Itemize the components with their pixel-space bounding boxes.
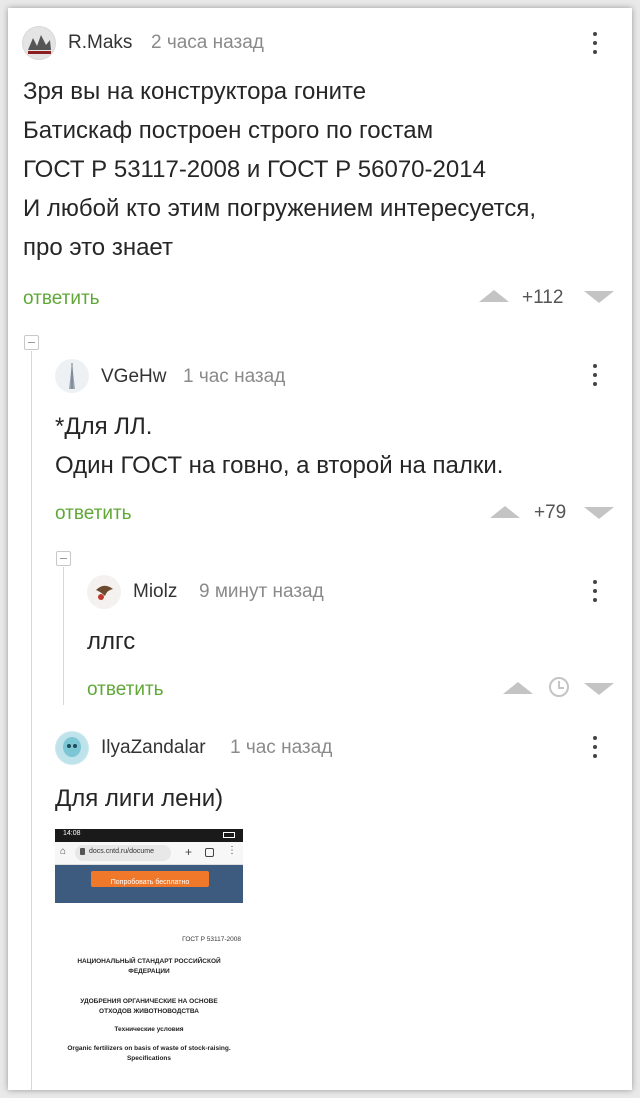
ghost-avatar-icon: [56, 732, 88, 764]
comment-author[interactable]: VGeHw: [101, 366, 166, 388]
comment-line: Батискаф построен строго по гостам: [23, 117, 434, 144]
comment-line: Зря вы на конструктора гоните: [23, 78, 367, 105]
avatar[interactable]: [55, 731, 89, 765]
avatar[interactable]: [22, 26, 56, 60]
phone-status-bar: 14:08: [55, 829, 243, 842]
avatar[interactable]: [87, 575, 121, 609]
reply-button[interactable]: ответить: [23, 288, 100, 310]
url-field[interactable]: docs.cntd.ru/docume: [75, 845, 171, 861]
upvote-icon[interactable]: [479, 290, 509, 302]
rating-value: +112: [522, 287, 564, 308]
comment-line: ллгс: [87, 628, 136, 655]
tabs-icon[interactable]: [205, 848, 214, 857]
battery-icon: [223, 832, 235, 838]
site-header: Попробовать бесплатно: [55, 865, 243, 903]
browser-bar: ⌂ docs.cntd.ru/docume + ⋮: [55, 842, 243, 865]
thread-line: [31, 351, 32, 1090]
comment-time: 2 часа назад: [151, 32, 264, 53]
lock-icon: [80, 848, 85, 855]
comment-author[interactable]: IlyaZandalar: [101, 737, 206, 759]
collapse-thread-button[interactable]: [56, 551, 71, 566]
upvote-icon[interactable]: [503, 682, 533, 694]
doc-title: УДОБРЕНИЯ ОРГАНИЧЕСКИЕ НА ОСНОВЕ ОТХОДОВ…: [80, 998, 218, 1015]
comment-time: 1 час назад: [230, 737, 333, 758]
stamp-logo-icon: [23, 27, 55, 59]
comment-author[interactable]: R.Maks: [68, 32, 132, 54]
comment-time: 1 час назад: [183, 366, 286, 387]
comments-thread: R.Maks 2 часа назад Зря вы на конструкто…: [8, 8, 632, 1090]
collapse-thread-button[interactable]: [24, 335, 39, 350]
doc-standard-type: НАЦИОНАЛЬНЫЙ СТАНДАРТ РОССИЙСКОЙ ФЕДЕРАЦ…: [77, 958, 221, 975]
attached-screenshot[interactable]: 14:08 ⌂ docs.cntd.ru/docume + ⋮ Попробов…: [55, 829, 243, 1074]
new-tab-icon[interactable]: +: [185, 845, 192, 859]
doc-title-en: Organic fertilizers on basis of waste of…: [67, 1045, 231, 1062]
menu-icon[interactable]: ⋮: [227, 845, 237, 856]
more-options-icon[interactable]: [592, 580, 598, 607]
rating-value: +79: [534, 502, 567, 523]
avatar[interactable]: [55, 359, 89, 393]
downvote-icon[interactable]: [584, 683, 614, 695]
comment-line: Для лиги лени): [55, 785, 224, 812]
comment-text: Для лиги лени): [55, 779, 615, 818]
comment-text: Зря вы на конструктора гоните Батискаф п…: [23, 72, 623, 267]
cta-button[interactable]: Попробовать бесплатно: [91, 871, 209, 887]
thread-line: [63, 567, 64, 705]
comment-line: про это знает: [23, 234, 173, 261]
downvote-icon[interactable]: [584, 507, 614, 519]
tower-icon: [56, 360, 88, 392]
comment-author[interactable]: Miolz: [133, 581, 177, 603]
more-options-icon[interactable]: [592, 736, 598, 763]
comment-line: *Для ЛЛ.: [55, 413, 153, 440]
home-icon[interactable]: ⌂: [60, 846, 66, 857]
comment-time: 9 минут назад: [199, 581, 324, 602]
doc-number: ГОСТ Р 53117-2008: [182, 936, 241, 943]
url-text: docs.cntd.ru/docume: [89, 848, 154, 855]
comment-line: И любой кто этим погружением интересуетс…: [23, 195, 536, 222]
comment-line: Один ГОСТ на говно, а второй на палки.: [55, 452, 504, 479]
downvote-icon[interactable]: [584, 291, 614, 303]
more-options-icon[interactable]: [592, 32, 598, 59]
more-options-icon[interactable]: [592, 364, 598, 391]
comment-line: ГОСТ Р 53117-2008 и ГОСТ Р 56070-2014: [23, 156, 486, 183]
clock-icon: [549, 677, 569, 697]
status-time: 14:08: [63, 830, 81, 837]
doc-subtitle: Технические условия: [114, 1026, 184, 1033]
upvote-icon[interactable]: [490, 506, 520, 518]
reply-button[interactable]: ответить: [55, 503, 132, 525]
reply-button[interactable]: ответить: [87, 679, 164, 701]
bird-icon: [88, 576, 120, 608]
comment-text: *Для ЛЛ. Один ГОСТ на говно, а второй на…: [55, 407, 615, 485]
comment-text: ллгс: [87, 622, 587, 661]
cta-button-label: Попробовать бесплатно: [110, 879, 190, 886]
